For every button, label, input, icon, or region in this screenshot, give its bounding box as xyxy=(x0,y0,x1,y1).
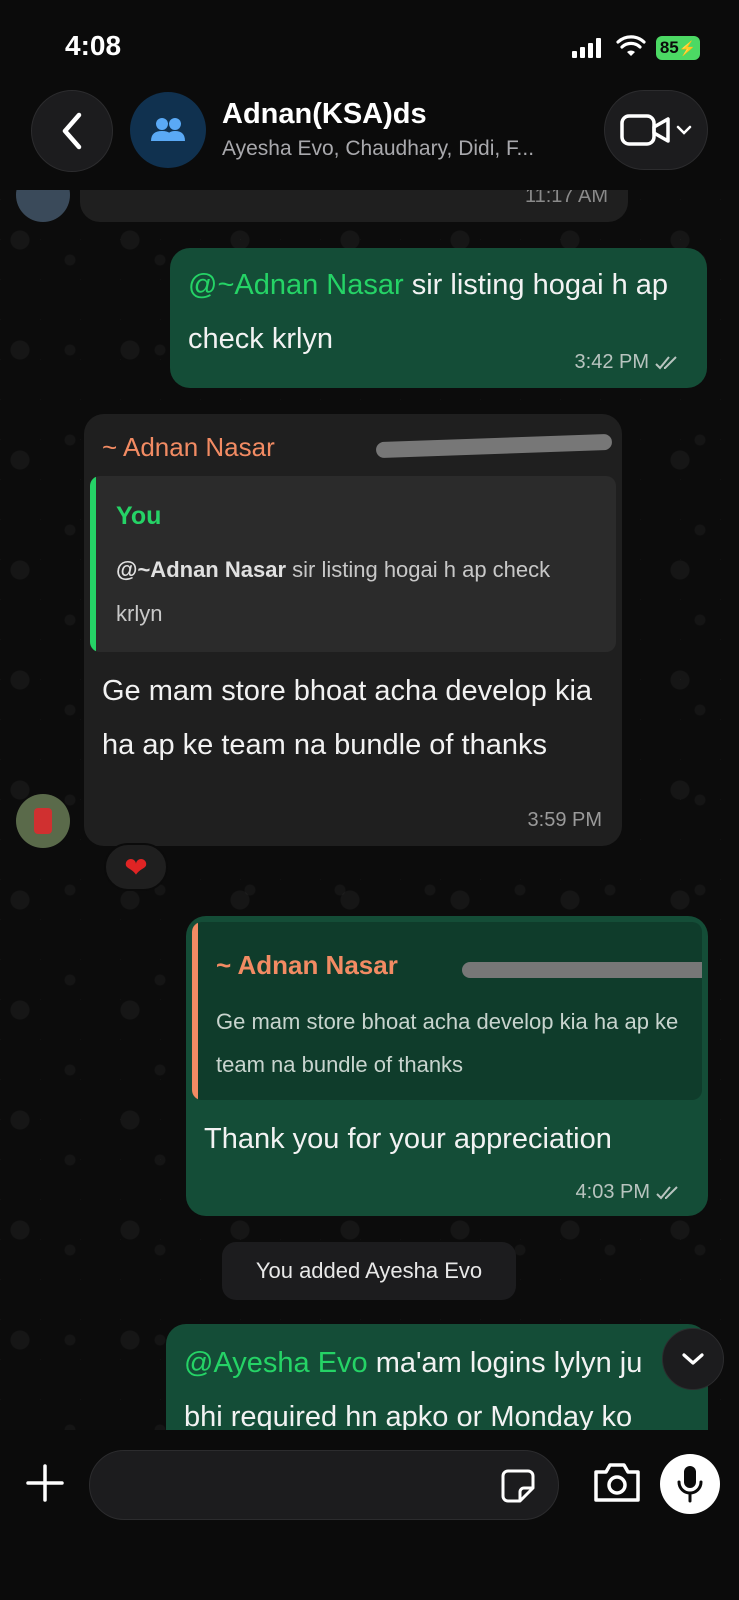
message-text: @Ayesha Evo ma'am logins lylyn ju bhi re… xyxy=(184,1336,684,1444)
video-call-icon xyxy=(620,114,670,146)
message-bubble-outgoing[interactable]: @~Adnan Nasar sir listing hogai h ap che… xyxy=(170,248,707,388)
quote-author: You xyxy=(116,502,162,530)
message-body: Thank you for your appreciation xyxy=(204,1123,612,1155)
plus-icon xyxy=(26,1464,64,1502)
battery-indicator: 85 ⚡ xyxy=(656,36,700,60)
cellular-signal-icon xyxy=(572,38,602,58)
mention-link[interactable]: @Ayesha Evo xyxy=(184,1347,368,1379)
back-button[interactable] xyxy=(31,90,113,172)
group-avatar[interactable] xyxy=(130,92,206,168)
quote-accent-bar xyxy=(90,476,96,652)
back-chevron-icon xyxy=(62,112,82,150)
message-time-row: 3:42 PM xyxy=(575,351,683,374)
camera-icon[interactable] xyxy=(592,1460,642,1504)
quote-accent-bar xyxy=(192,922,198,1100)
video-call-button[interactable] xyxy=(604,90,708,170)
group-icon xyxy=(151,118,185,141)
quote-mention: @~Adnan Nasar xyxy=(116,557,287,582)
voice-message-button[interactable] xyxy=(660,1454,720,1514)
heart-reaction[interactable]: ❤ xyxy=(104,843,168,891)
redaction-scribble xyxy=(462,962,702,978)
message-body: Ge mam store bhoat acha develop kia ha a… xyxy=(102,675,593,761)
chat-header: Adnan(KSA)ds Ayesha Evo, Chaudhary, Didi… xyxy=(0,80,739,190)
double-check-icon xyxy=(655,355,677,369)
attach-button[interactable] xyxy=(22,1460,68,1506)
message-time: 3:42 PM xyxy=(574,351,649,373)
chat-title[interactable]: Adnan(KSA)ds xyxy=(222,98,427,131)
status-time: 4:08 xyxy=(65,30,122,61)
scroll-to-bottom-button[interactable] xyxy=(662,1328,724,1390)
wifi-icon xyxy=(616,35,646,56)
quoted-message[interactable]: ~ Adnan Nasar Ge mam store bhoat acha de… xyxy=(192,922,702,1100)
quoted-message[interactable]: You @~Adnan Nasar sir listing hogai h ap… xyxy=(90,476,616,652)
message-bubble-outgoing[interactable]: ~ Adnan Nasar Ge mam store bhoat acha de… xyxy=(186,916,708,1216)
message-text: @~Adnan Nasar sir listing hogai h ap che… xyxy=(188,258,688,366)
status-bar: 4:08 85 ⚡ xyxy=(0,0,739,90)
message-bubble-incoming[interactable]: ~ Adnan Nasar You @~Adnan Nasar sir list… xyxy=(84,414,622,846)
message-input-container[interactable] xyxy=(89,1450,559,1520)
sender-name[interactable]: ~ Adnan Nasar xyxy=(102,432,275,463)
sticker-icon[interactable] xyxy=(500,1468,536,1504)
battery-level: 85 xyxy=(659,38,679,57)
heart-icon: ❤ xyxy=(124,851,148,883)
system-message: You added Ayesha Evo xyxy=(222,1242,516,1300)
sender-avatar[interactable] xyxy=(16,794,70,848)
message-time: 3:59 PM xyxy=(527,809,602,831)
message-composer xyxy=(0,1430,739,1600)
message-input[interactable] xyxy=(114,1461,474,1511)
charging-bolt-icon: ⚡ xyxy=(678,39,697,56)
double-check-icon xyxy=(656,1185,678,1199)
chevron-down-icon xyxy=(676,125,692,135)
quote-text: Ge mam store bhoat acha develop kia ha a… xyxy=(216,1009,679,1077)
mic-icon xyxy=(677,1466,703,1503)
message-time: 4:03 PM xyxy=(575,1181,650,1203)
chat-participants[interactable]: Ayesha Evo, Chaudhary, Didi, F... xyxy=(222,137,534,161)
quote-author: ~ Adnan Nasar xyxy=(216,950,398,980)
redaction-scribble xyxy=(375,433,613,459)
message-time-row: 4:03 PM xyxy=(576,1181,684,1204)
chevron-down-icon xyxy=(682,1353,704,1365)
mention-link[interactable]: @~Adnan Nasar xyxy=(188,269,404,301)
quote-text: @~Adnan Nasar sir listing hogai h ap che… xyxy=(116,548,586,636)
